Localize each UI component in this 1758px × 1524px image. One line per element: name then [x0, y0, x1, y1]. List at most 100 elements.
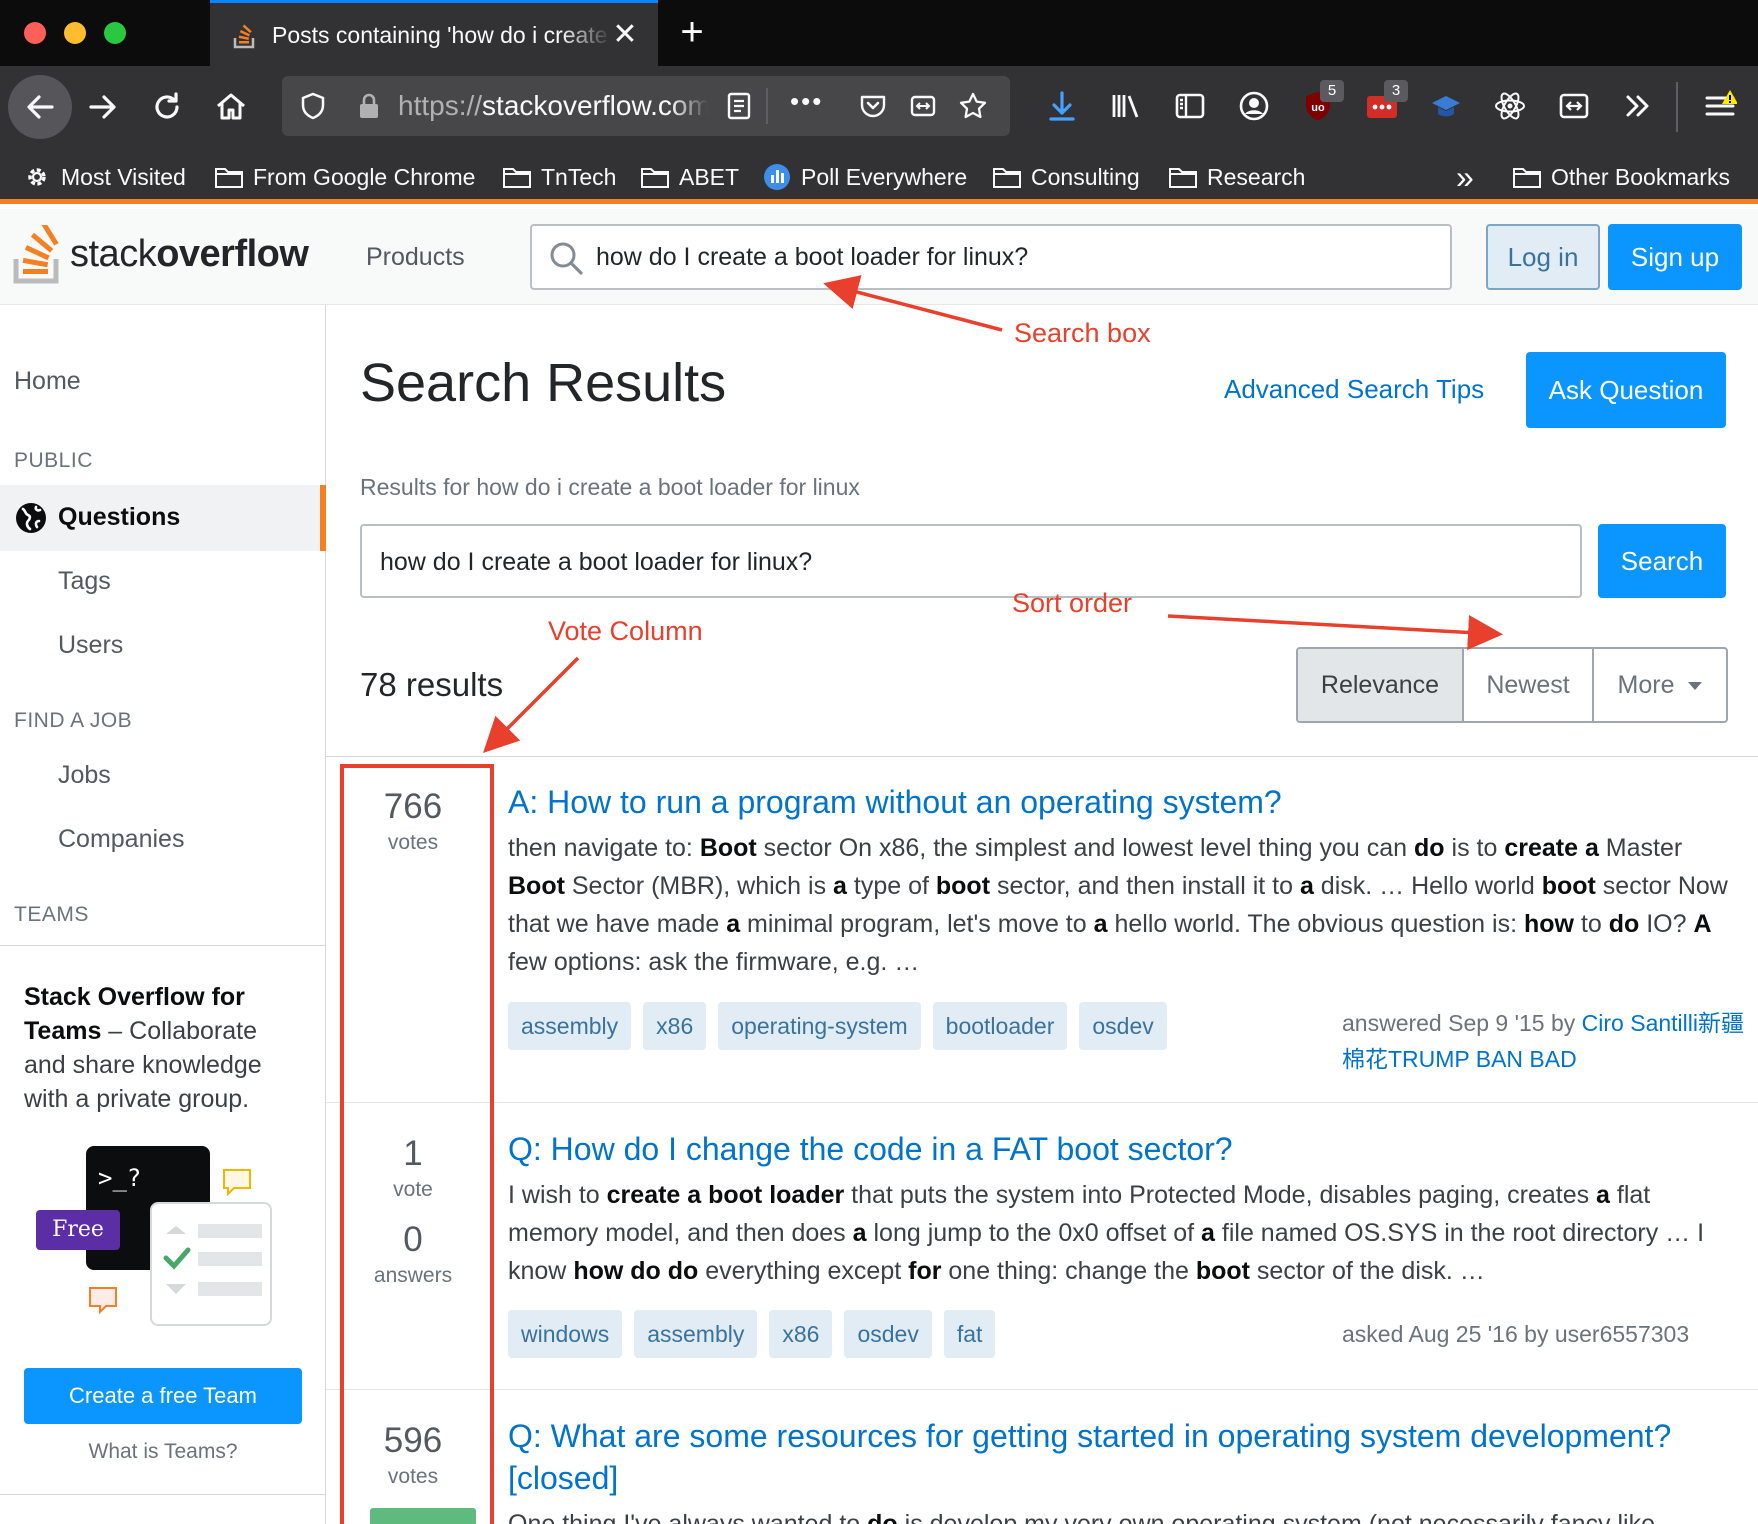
- app-menu-button[interactable]: [1700, 86, 1740, 126]
- bookmark-folder-consulting[interactable]: Consulting: [992, 160, 1140, 194]
- tag-assembly[interactable]: assembly: [634, 1310, 758, 1358]
- new-tab-button[interactable]: +: [672, 12, 712, 52]
- bookmark-label: Poll Everywhere: [801, 163, 968, 190]
- result-title-link[interactable]: A: How to run a program without an opera…: [508, 781, 1730, 823]
- tag-fat[interactable]: fat: [943, 1310, 996, 1358]
- vote-stats: 1 vote 0 answers: [352, 1134, 474, 1288]
- what-is-teams-link[interactable]: What is Teams?: [24, 1440, 302, 1464]
- create-free-team-button[interactable]: Create a free Team: [24, 1368, 302, 1424]
- tag-operating-system[interactable]: operating-system: [718, 1002, 921, 1050]
- sort-newest-tab[interactable]: Newest: [1464, 649, 1594, 721]
- search-icon: [550, 242, 583, 275]
- toolbar-overflow-button[interactable]: [1618, 86, 1658, 126]
- result-tags: assembly x86 operating-system bootloader osd…: [508, 1002, 1167, 1050]
- sidebar-heading-public: PUBLIC: [14, 449, 93, 472]
- bookmark-folder-research[interactable]: Research: [1168, 160, 1305, 194]
- sidebar-item-home[interactable]: Home: [14, 367, 81, 396]
- bookmarks-overflow-button[interactable]: »: [1456, 159, 1474, 195]
- reader-view-icon[interactable]: [724, 91, 754, 121]
- sidebar-item-jobs[interactable]: Jobs: [58, 761, 111, 790]
- result-title-link[interactable]: Q: What are some resources for getting s…: [508, 1415, 1730, 1499]
- sort-more-dropdown[interactable]: More: [1594, 649, 1726, 721]
- tag-bootloader[interactable]: bootloader: [932, 1002, 1068, 1050]
- tag-osdev[interactable]: osdev: [844, 1310, 932, 1358]
- products-menu[interactable]: Products: [366, 243, 465, 272]
- annotation-sort-order: Sort order: [1012, 588, 1133, 618]
- account-button[interactable]: [1234, 86, 1274, 126]
- hamburger-warning-icon: [1705, 90, 1737, 116]
- home-button[interactable]: [202, 78, 260, 136]
- sidebar-item-users[interactable]: Users: [58, 631, 123, 660]
- folder-icon: [993, 168, 1021, 188]
- folder-icon: [641, 168, 669, 188]
- advanced-search-tips-link[interactable]: Advanced Search Tips: [1224, 374, 1484, 405]
- bookmark-label: Other Bookmarks: [1551, 163, 1730, 190]
- shield-icon[interactable]: [298, 91, 328, 121]
- library-button[interactable]: [1106, 86, 1146, 126]
- result-count: 78 results: [360, 666, 504, 703]
- svg-text:uo: uo: [1311, 102, 1325, 114]
- bookmark-folder-from-google-chrome[interactable]: From Google Chrome: [214, 160, 475, 194]
- zoom-window-button[interactable]: [104, 22, 126, 44]
- tag-x86[interactable]: x86: [643, 1002, 707, 1050]
- folder-icon: [503, 168, 531, 188]
- folder-icon: [1169, 168, 1197, 188]
- screenshot-icon[interactable]: [908, 91, 938, 121]
- left-sidebar: Home PUBLIC Questions Tags Users FIND A …: [0, 305, 326, 1524]
- toolbar-divider: [1676, 82, 1678, 132]
- bookmark-folder-other-bookmarks[interactable]: Other Bookmarks: [1512, 160, 1730, 194]
- tag-windows[interactable]: windows: [508, 1310, 623, 1358]
- folder-icon: [215, 168, 243, 188]
- screenshot-toolbar-button[interactable]: [1554, 86, 1594, 126]
- tag-x86[interactable]: x86: [769, 1310, 833, 1358]
- close-tab-icon[interactable]: ✕: [610, 20, 640, 50]
- minimize-window-button[interactable]: [64, 22, 86, 44]
- page-actions-menu[interactable]: •••: [790, 86, 823, 117]
- react-devtools-button[interactable]: [1490, 86, 1530, 126]
- search-button[interactable]: Search: [1598, 524, 1726, 598]
- downloads-button[interactable]: [1042, 86, 1082, 126]
- address-bar[interactable]: https://stackoverflow.com/search?q=how+d…: [282, 76, 1010, 136]
- ask-question-button[interactable]: Ask Question: [1526, 352, 1726, 428]
- tag-assembly[interactable]: assembly: [508, 1002, 632, 1050]
- sidebar-item-tags[interactable]: Tags: [58, 567, 111, 596]
- forward-button[interactable]: [74, 78, 132, 136]
- bookmark-folder-abet[interactable]: ABET: [640, 160, 739, 194]
- browser-toolbar: https://stackoverflow.com/search?q=how+d…: [0, 66, 1758, 148]
- bookmark-most-visited[interactable]: Most Visited: [22, 160, 186, 194]
- ublock-extension-button[interactable]: uo 5: [1298, 80, 1344, 126]
- sidebar-heading-teams: TEAMS: [14, 903, 89, 926]
- bookmark-star-icon[interactable]: [958, 91, 988, 121]
- lastpass-badge: 3: [1384, 80, 1408, 102]
- chat-bubble-icon: [223, 1169, 251, 1196]
- tag-osdev[interactable]: osdev: [1079, 1002, 1167, 1050]
- url-text[interactable]: https://stackoverflow.com/search?q=how+d…: [398, 90, 708, 122]
- caret-down-icon: [1688, 682, 1703, 691]
- reload-button[interactable]: [138, 78, 196, 136]
- header-search-input[interactable]: how do I create a boot loader for linux?: [530, 224, 1452, 290]
- browser-tab[interactable]: Posts containing 'how do i create a boot…: [210, 0, 658, 66]
- sidebar-heading-find-a-job: FIND A JOB: [14, 709, 133, 732]
- free-badge: Free: [36, 1210, 120, 1250]
- login-button[interactable]: Log in: [1486, 224, 1600, 290]
- signup-button[interactable]: Sign up: [1608, 224, 1742, 290]
- sort-relevance-tab[interactable]: Relevance: [1298, 649, 1464, 721]
- lock-icon[interactable]: [354, 91, 384, 121]
- terminal-prompt: >_?: [98, 1164, 142, 1192]
- home-icon: [217, 93, 245, 120]
- sidebar-toggle-button[interactable]: [1170, 86, 1210, 126]
- bookmark-poll-everywhere[interactable]: Poll Everywhere: [762, 160, 967, 194]
- close-window-button[interactable]: [24, 22, 46, 44]
- lastpass-extension-button[interactable]: 3: [1362, 80, 1408, 126]
- pocket-icon[interactable]: [858, 91, 888, 121]
- sidebar-item-companies[interactable]: Companies: [58, 825, 184, 854]
- chat-bubble-icon: [89, 1287, 117, 1315]
- bookmark-folder-tntech[interactable]: TnTech: [502, 160, 616, 194]
- graduation-extension-button[interactable]: [1426, 86, 1466, 126]
- back-button[interactable]: [8, 75, 72, 139]
- main-search-input[interactable]: how do I create a boot loader for linux?: [360, 524, 1582, 598]
- library-icon: [1112, 95, 1139, 118]
- result-title-link[interactable]: Q: How do I change the code in a FAT boo…: [508, 1128, 1730, 1170]
- sidebar-item-questions[interactable]: Questions: [0, 485, 326, 551]
- stackoverflow-logo[interactable]: stackoverflow: [12, 223, 312, 287]
